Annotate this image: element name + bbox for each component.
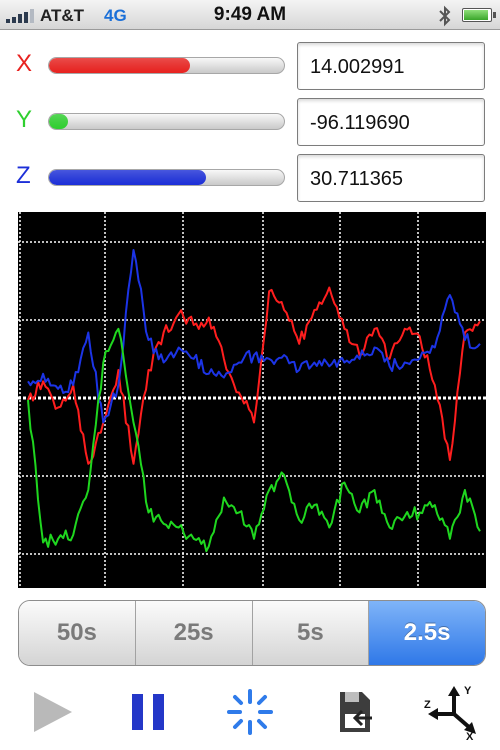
orientation-y-label: Y: [464, 685, 472, 697]
x-axis-label: X: [16, 50, 33, 77]
status-bar: AT&T 4G 9:49 AM: [0, 0, 500, 30]
x-level-bar: [48, 57, 285, 74]
sensor-graph: [18, 212, 486, 588]
x-level-fill: [49, 58, 190, 73]
z-level-bar: [48, 169, 285, 186]
orientation-z-label: Z: [424, 699, 431, 711]
y-axis-row: Y -96.119690: [0, 94, 500, 150]
bluetooth-icon: [439, 5, 451, 27]
status-time: 9:49 AM: [213, 4, 287, 25]
z-axis-label: Z: [16, 162, 31, 189]
orientation-x-label: X: [466, 731, 474, 740]
time-scale-2-5s[interactable]: 2.5s: [369, 601, 485, 665]
z-level-fill: [49, 170, 207, 185]
time-scale-selector: 50s 25s 5s 2.5s: [18, 600, 486, 666]
time-scale-50s[interactable]: 50s: [19, 601, 136, 665]
time-scale-5s[interactable]: 5s: [252, 601, 370, 665]
axes-orientation-icon: Y Z X: [424, 685, 476, 740]
export-icon: [340, 692, 372, 732]
pause-button[interactable]: [120, 686, 176, 738]
time-scale-25s[interactable]: 25s: [135, 601, 253, 665]
battery-icon: [462, 8, 496, 22]
play-icon: [34, 692, 72, 732]
z-axis-row: Z 30.711365: [0, 150, 500, 206]
y-value-field[interactable]: -96.119690: [297, 98, 485, 146]
calibrate-button[interactable]: [222, 686, 278, 738]
play-button[interactable]: [24, 686, 80, 738]
pause-icon: [132, 694, 164, 730]
x-value-field[interactable]: 14.002991: [297, 42, 485, 90]
y-level-fill: [49, 114, 68, 129]
calibrate-icon: [227, 689, 273, 735]
x-axis-row: X 14.002991: [0, 38, 500, 94]
export-button[interactable]: [326, 686, 382, 738]
axes-orientation-button[interactable]: Y Z X: [424, 685, 480, 740]
y-level-bar: [48, 113, 285, 130]
y-axis-label: Y: [16, 106, 33, 133]
z-value-field[interactable]: 30.711365: [297, 154, 485, 202]
bottom-toolbar: Y Z X: [0, 676, 500, 750]
